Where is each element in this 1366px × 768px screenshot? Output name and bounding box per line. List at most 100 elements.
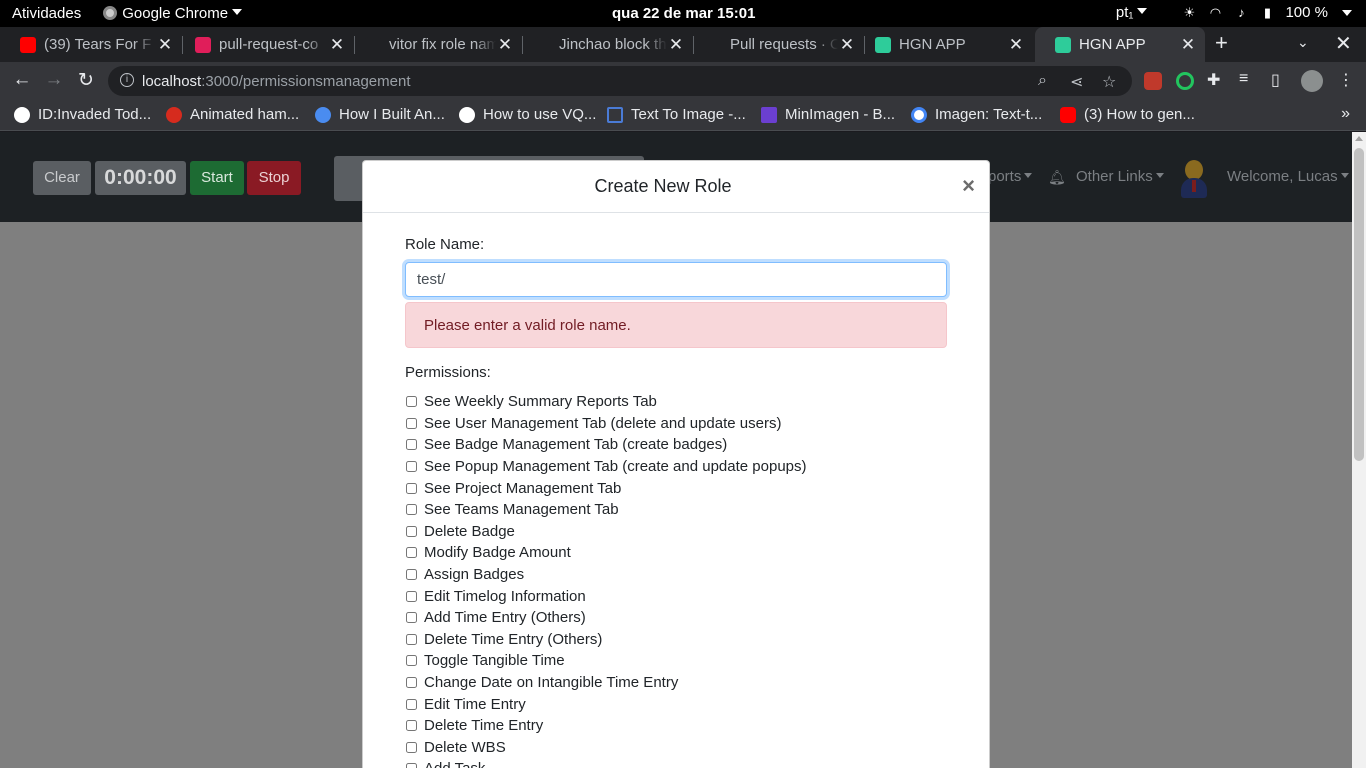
- permission-checkbox[interactable]: [406, 590, 417, 602]
- clock[interactable]: qua 22 de mar 15:01: [612, 5, 755, 22]
- bookmark-label: How I Built An...: [339, 106, 445, 123]
- other-links-dropdown[interactable]: Other Links: [1076, 168, 1164, 185]
- bookmark-label: (3) How to gen...: [1084, 106, 1195, 123]
- stop-timer-button[interactable]: Stop: [247, 161, 301, 195]
- permission-checkbox[interactable]: [406, 461, 417, 473]
- browser-tab[interactable]: Jinchao block th ✕: [515, 27, 693, 62]
- bookmark-item[interactable]: ID:Invaded Tod...: [14, 106, 151, 123]
- clear-timer-button[interactable]: Clear: [33, 161, 91, 195]
- close-icon[interactable]: ✕: [328, 35, 346, 55]
- avatar[interactable]: [1180, 160, 1208, 198]
- volume-icon[interactable]: ♪: [1233, 5, 1249, 20]
- permission-item: Add Task: [405, 758, 965, 768]
- activities-button[interactable]: Atividades: [12, 5, 81, 22]
- permission-checkbox[interactable]: [406, 504, 417, 516]
- welcome-dropdown[interactable]: Welcome, Lucas: [1227, 168, 1349, 185]
- browser-tab[interactable]: HGN APP ✕: [855, 27, 1033, 62]
- chevron-down-icon[interactable]: [1342, 9, 1352, 16]
- permission-label: See Teams Management Tab: [424, 501, 619, 519]
- browser-tab[interactable]: vitor fix role nam ✕: [345, 27, 522, 62]
- side-panel-icon[interactable]: ▯: [1271, 70, 1280, 90]
- close-icon[interactable]: ✕: [838, 35, 856, 55]
- browser-tab[interactable]: (39) Tears For F ✕: [0, 27, 182, 62]
- close-icon[interactable]: ✕: [156, 35, 174, 55]
- permission-item: Edit Time Entry: [405, 693, 965, 715]
- keyboard-layout-text: pt₁: [1115, 4, 1134, 21]
- reports-dropdown[interactable]: ports: [988, 168, 1033, 185]
- close-icon[interactable]: ✕: [1179, 35, 1197, 55]
- reload-icon[interactable]: ↻: [74, 69, 98, 92]
- battery-icon[interactable]: ▮: [1259, 5, 1275, 20]
- role-name-input[interactable]: [405, 262, 947, 297]
- bookmark-item[interactable]: Animated ham...: [166, 106, 299, 123]
- close-icon[interactable]: ✕: [496, 35, 514, 55]
- extensions-puzzle-icon[interactable]: ✚: [1207, 70, 1220, 90]
- assembly-icon: [761, 106, 777, 123]
- permission-checkbox[interactable]: [406, 677, 417, 689]
- page-scrollbar[interactable]: [1352, 132, 1366, 768]
- bookmark-item[interactable]: (3) How to gen...: [1060, 106, 1195, 123]
- bookmarks-overflow-icon[interactable]: »: [1341, 105, 1350, 123]
- close-icon[interactable]: ✕: [667, 35, 685, 55]
- permission-checkbox[interactable]: [406, 482, 417, 494]
- bookmark-item[interactable]: MinImagen - B...: [761, 106, 895, 123]
- bookmark-item[interactable]: How to use VQ...: [459, 106, 596, 123]
- permission-checkbox[interactable]: [406, 525, 417, 537]
- back-icon[interactable]: ←: [10, 69, 34, 91]
- permission-item: See Weekly Summary Reports Tab: [405, 391, 965, 413]
- tab-search-icon[interactable]: ⌄: [1297, 34, 1309, 51]
- scroll-up-icon[interactable]: [1355, 136, 1363, 141]
- chrome-icon: [103, 6, 118, 20]
- bookmark-item[interactable]: How I Built An...: [315, 106, 445, 123]
- permission-checkbox[interactable]: [406, 612, 417, 624]
- permission-item: See Popup Management Tab (create and upd…: [405, 456, 965, 478]
- permission-label: Add Time Entry (Others): [424, 609, 586, 627]
- close-icon[interactable]: ✕: [1007, 35, 1025, 55]
- scrollbar-thumb[interactable]: [1354, 148, 1364, 461]
- media-control-icon[interactable]: ≡: [1239, 70, 1248, 88]
- permission-checkbox[interactable]: [406, 720, 417, 732]
- browser-tab-active[interactable]: HGN APP ✕: [1035, 27, 1205, 62]
- site-info-icon[interactable]: i: [120, 73, 134, 87]
- bracket-icon: [607, 106, 623, 123]
- start-timer-button[interactable]: Start: [190, 161, 244, 195]
- chevron-down-icon: [232, 9, 243, 15]
- bookmarks-bar: ID:Invaded Tod... Animated ham... How I …: [0, 100, 1366, 131]
- permission-checkbox[interactable]: [406, 439, 417, 451]
- bookmark-item[interactable]: Imagen: Text-t...: [911, 106, 1042, 123]
- permission-checkbox[interactable]: [406, 547, 417, 559]
- permission-checkbox[interactable]: [406, 569, 417, 581]
- browser-tab[interactable]: Pull requests · O ✕: [686, 27, 864, 62]
- permission-label: Delete WBS: [424, 738, 506, 756]
- new-tab-button[interactable]: +: [1215, 30, 1228, 56]
- bookmark-item[interactable]: Text To Image -...: [607, 106, 746, 123]
- app-menu[interactable]: Google Chrome: [103, 5, 243, 22]
- menu-kebab-icon[interactable]: ⋮: [1338, 70, 1354, 90]
- permission-checkbox[interactable]: [406, 633, 417, 645]
- permission-checkbox[interactable]: [406, 655, 417, 667]
- forward-icon[interactable]: →: [42, 69, 66, 91]
- browser-tab[interactable]: pull-request-co ✕: [175, 27, 354, 62]
- keyboard-layout[interactable]: pt₁: [1116, 4, 1148, 21]
- bell-icon[interactable]: 🔔︎: [1048, 169, 1066, 186]
- bookmark-star-icon[interactable]: ☆: [1102, 72, 1116, 92]
- extension-green-icon[interactable]: [1176, 72, 1194, 90]
- permission-checkbox[interactable]: [406, 741, 417, 753]
- zoom-icon[interactable]: ⌕: [1038, 72, 1047, 90]
- profile-avatar[interactable]: [1301, 70, 1323, 92]
- share-icon[interactable]: ⋖: [1070, 72, 1083, 92]
- permission-checkbox[interactable]: [406, 763, 417, 768]
- permissions-label: Permissions:: [405, 364, 491, 381]
- permission-label: Delete Badge: [424, 522, 515, 540]
- permission-checkbox[interactable]: [406, 698, 417, 710]
- permission-checkbox[interactable]: [406, 417, 417, 429]
- close-icon[interactable]: ×: [962, 175, 975, 197]
- youtube-icon: [1060, 106, 1076, 123]
- permissions-list: See Weekly Summary Reports Tab See User M…: [405, 391, 965, 768]
- window-close-icon[interactable]: ✕: [1335, 31, 1352, 56]
- address-bar[interactable]: i localhost:3000/permissionsmanagement ⌕…: [108, 66, 1132, 96]
- wifi-icon[interactable]: ◠: [1207, 5, 1223, 20]
- brightness-icon[interactable]: ☀: [1181, 5, 1197, 20]
- permission-checkbox[interactable]: [406, 396, 417, 408]
- extension-red-icon[interactable]: [1144, 72, 1162, 90]
